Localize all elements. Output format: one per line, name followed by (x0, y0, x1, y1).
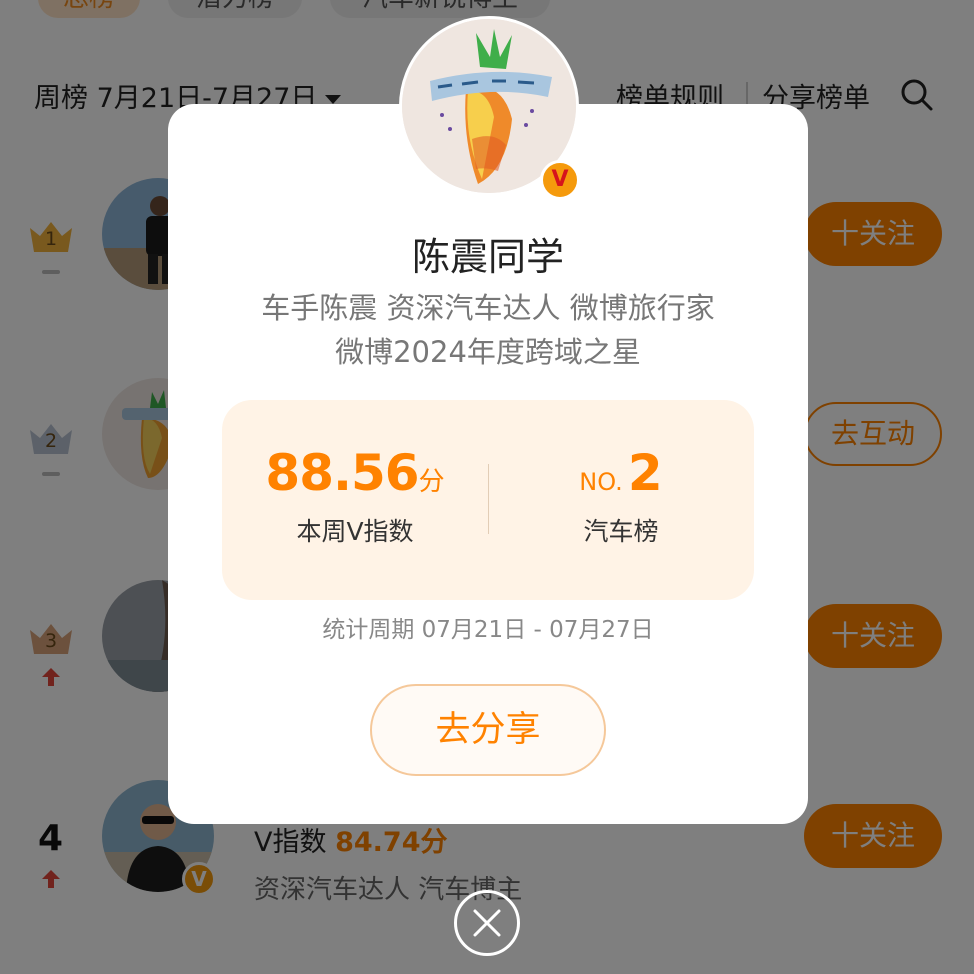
bio-line: 微博2024年度跨域之星 (335, 335, 641, 369)
stats-period: 统计周期 07月21日 - 07月27日 (322, 617, 654, 643)
verified-v-icon: V (540, 160, 580, 200)
weekly-v-index-stat: 88.56分 本周V指数 (222, 444, 488, 548)
rank-prefix: NO. (579, 468, 623, 496)
bio-line: 车手陈震 资深汽车达人 微博旅行家 (261, 291, 715, 325)
score-label: 本周V指数 (296, 517, 414, 546)
rank-label: 汽车榜 (583, 517, 659, 546)
profile-bio: 车手陈震 资深汽车达人 微博旅行家 微博2024年度跨域之星 (168, 286, 808, 374)
close-icon[interactable] (454, 890, 520, 956)
score-value: 88.56 (265, 444, 419, 502)
score-unit: 分 (418, 467, 445, 497)
profile-name: 陈震同学 (411, 235, 564, 279)
stats-card: 88.56分 本周V指数 NO. 2 汽车榜 (222, 400, 754, 600)
rank-value: 2 (627, 444, 663, 502)
share-button[interactable]: 去分享 (370, 684, 606, 776)
list-rank-stat: NO. 2 汽车榜 (488, 444, 754, 548)
